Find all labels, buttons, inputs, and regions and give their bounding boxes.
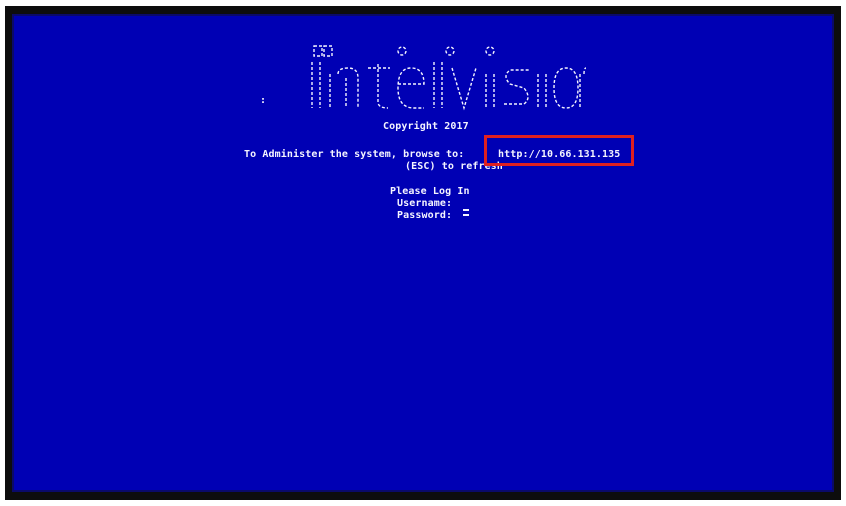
status-marker: : [260,95,267,106]
admin-prompt: To Administer the system, browse to: [244,149,465,160]
console-screen: : Copyright 2017 To Administer the syste… [12,14,834,492]
login-prompt: Please Log In [390,186,470,197]
password-input[interactable] [463,214,469,216]
copyright-text: Copyright 2017 [383,121,469,132]
monitor-frame: : Copyright 2017 To Administer the syste… [5,6,841,500]
password-label: Password: [397,210,453,221]
username-label: Username: [397,198,453,209]
username-input[interactable] [463,209,469,211]
url-highlight-box [484,135,634,166]
ascii-logo [311,45,586,111]
